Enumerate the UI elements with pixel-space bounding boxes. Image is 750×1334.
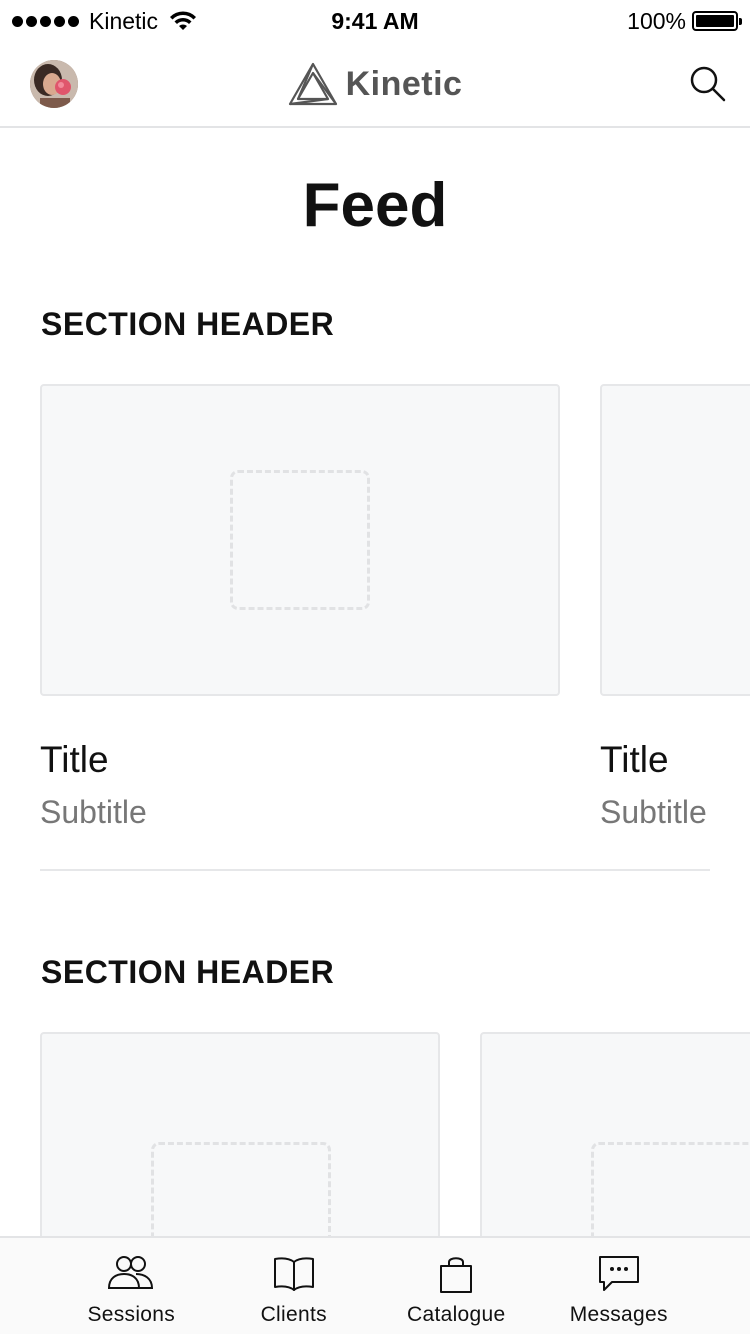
chat-bubble-icon — [598, 1256, 639, 1291]
page-title: Feed — [302, 171, 448, 240]
image-placeholder-icon — [591, 1142, 750, 1236]
card-title: Title — [40, 739, 109, 780]
kinetic-logo-icon — [288, 62, 337, 106]
section-header: SECTION HEADER — [41, 306, 335, 342]
card-image-placeholder — [40, 384, 560, 696]
section-header: SECTION HEADER — [41, 954, 335, 990]
tab-label: Clients — [260, 1303, 327, 1326]
image-placeholder-icon — [151, 1142, 331, 1236]
people-icon — [108, 1256, 154, 1289]
battery-fill — [696, 15, 734, 27]
brand-name: Kinetic — [345, 64, 463, 103]
tab-sessions[interactable]: Sessions — [61, 1238, 201, 1334]
card-image-placeholder — [40, 1032, 440, 1236]
card-subtitle: Subtitle — [600, 794, 707, 830]
battery-percent: 100% — [627, 7, 686, 34]
feed-card[interactable]: Title Subtitle — [600, 384, 750, 844]
tab-label: Catalogue — [407, 1303, 506, 1326]
tab-bar: Sessions Clients Catalogue Messages — [0, 1236, 750, 1334]
tab-catalogue[interactable]: Catalogue — [386, 1238, 526, 1334]
tab-label: Sessions — [87, 1303, 176, 1326]
brand-logo: Kinetic — [0, 60, 750, 108]
card-image-placeholder — [600, 384, 750, 696]
card-title: Title — [600, 739, 669, 780]
search-icon — [690, 66, 726, 102]
search-button[interactable] — [688, 64, 728, 104]
status-bar: Kinetic 9:41 AM 100% — [0, 0, 750, 40]
nav-bar: Kinetic — [0, 40, 750, 128]
card-image-placeholder — [480, 1032, 750, 1236]
status-right: 100% — [627, 6, 742, 36]
battery-icon — [692, 11, 742, 31]
feed-content[interactable]: Feed SECTION HEADER Title Subtitle Title… — [0, 130, 750, 1236]
tab-messages[interactable]: Messages — [549, 1238, 689, 1334]
tab-label: Messages — [569, 1303, 668, 1326]
image-placeholder-icon — [230, 470, 370, 610]
book-icon — [273, 1257, 314, 1291]
section-divider — [40, 869, 710, 871]
card-subtitle: Subtitle — [40, 794, 147, 830]
feed-card[interactable] — [40, 1032, 440, 1236]
feed-card[interactable]: Title Subtitle — [40, 384, 560, 844]
feed-card[interactable] — [480, 1032, 750, 1236]
tab-clients[interactable]: Clients — [224, 1238, 364, 1334]
shopping-bag-icon — [440, 1257, 473, 1293]
